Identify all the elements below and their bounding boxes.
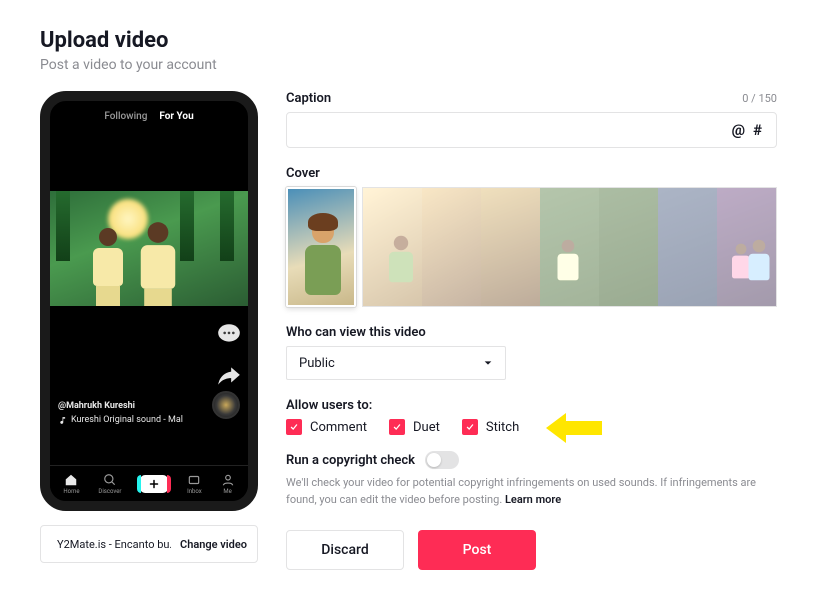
- mention-button[interactable]: @: [728, 121, 749, 139]
- caption-counter: 0 / 150: [742, 92, 777, 105]
- cover-filmstrip[interactable]: [362, 187, 777, 307]
- post-button[interactable]: Post: [418, 530, 536, 570]
- tab-foryou: For You: [159, 111, 193, 122]
- privacy-value: Public: [299, 356, 335, 371]
- copyright-helper: We'll check your video for potential cop…: [286, 475, 777, 508]
- music-note-icon: [58, 416, 67, 425]
- page-title: Upload video: [40, 28, 777, 53]
- hashtag-button[interactable]: #: [749, 121, 766, 139]
- video-frame: [50, 191, 248, 306]
- copyright-label: Run a copyright check: [286, 453, 415, 468]
- preview-sound: Kureshi Original sound - Mal: [71, 415, 183, 425]
- learn-more-link[interactable]: Learn more: [505, 493, 561, 506]
- page-subtitle: Post a video to your account: [40, 57, 777, 73]
- nav-discover: Discover: [98, 473, 121, 495]
- caption-label: Caption: [286, 91, 331, 106]
- comment-bubble-icon: [216, 321, 242, 347]
- nav-inbox: Inbox: [187, 473, 202, 495]
- share-arrow-icon: [216, 363, 242, 389]
- allow-stitch-checkbox[interactable]: Stitch: [462, 419, 519, 435]
- preview-username: @Mahrukh Kureshi: [58, 401, 183, 411]
- file-name: Y2Mate.is - Encanto bu...: [57, 538, 171, 551]
- sound-disc-icon: [212, 391, 240, 419]
- chevron-down-icon: [483, 358, 493, 368]
- file-row: Y2Mate.is - Encanto bu... Change video: [40, 525, 258, 563]
- highlight-arrow-icon: [546, 411, 602, 445]
- check-icon: [465, 422, 475, 432]
- discard-button[interactable]: Discard: [286, 530, 404, 570]
- tab-following: Following: [104, 111, 147, 122]
- nav-home: Home: [63, 473, 79, 495]
- cover-selected-thumb[interactable]: [286, 187, 356, 307]
- caption-input[interactable]: [297, 123, 728, 138]
- change-video-link[interactable]: Change video: [180, 538, 247, 551]
- check-icon: [289, 422, 299, 432]
- copyright-toggle[interactable]: [425, 451, 459, 469]
- nav-me: Me: [221, 473, 235, 495]
- allow-comment-checkbox[interactable]: Comment: [286, 419, 367, 435]
- check-icon: [392, 422, 402, 432]
- allow-label: Allow users to:: [286, 398, 777, 413]
- privacy-label: Who can view this video: [286, 325, 777, 340]
- privacy-select[interactable]: Public: [286, 346, 506, 380]
- phone-preview: Following For You: [40, 91, 258, 511]
- caption-input-wrapper: @ #: [286, 112, 777, 148]
- nav-create-icon: [140, 475, 168, 493]
- cover-label: Cover: [286, 166, 320, 181]
- allow-duet-checkbox[interactable]: Duet: [389, 419, 440, 435]
